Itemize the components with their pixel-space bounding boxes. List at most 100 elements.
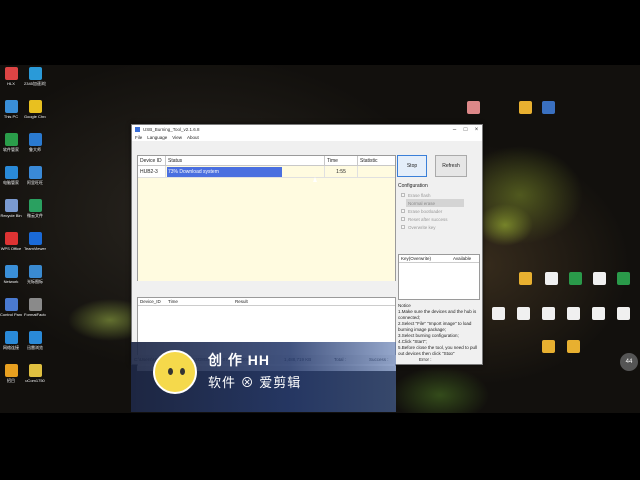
configuration-title: Configuration xyxy=(398,183,428,189)
notice-line: 1.Make sure the devices and the hub is c… xyxy=(398,309,477,320)
app-icon xyxy=(28,100,42,113)
desktop-icon[interactable] xyxy=(587,307,609,320)
desktop-icon[interactable]: 软件管家 xyxy=(0,133,22,152)
desktop-icon[interactable]: HLX xyxy=(0,67,22,86)
desktop-icon-label: 光标图标 xyxy=(27,279,43,284)
desktop-icon[interactable]: FormatFacto... xyxy=(24,298,46,317)
desktop-icon[interactable] xyxy=(514,101,536,114)
mascot-eye xyxy=(180,368,185,375)
desktop-icon[interactable] xyxy=(612,307,634,320)
erase-flash-checkbox[interactable]: Erase flash xyxy=(398,191,478,199)
menu-file[interactable]: File xyxy=(135,135,142,140)
reset-after-success-checkbox[interactable]: Reset after success xyxy=(398,215,478,223)
desktop-icon[interactable] xyxy=(462,101,484,114)
stop-button[interactable]: Stop xyxy=(397,155,427,177)
app-icon xyxy=(4,232,18,245)
device-grid[interactable]: Device ID Status Time Statistic HUB2-3 7… xyxy=(137,155,396,281)
grid-header: Device ID Status Time Statistic xyxy=(138,156,395,166)
notice-panel: Notice 1.Make sure the devices and the h… xyxy=(398,303,482,363)
desktop-icon[interactable]: 网络连接 xyxy=(0,331,22,350)
desktop-icon[interactable] xyxy=(487,307,509,320)
desktop-icon-label: 2345加速浏览器 xyxy=(24,81,46,86)
header-status[interactable]: Status xyxy=(166,156,325,165)
desktop-icon-label: TeamViewer xyxy=(24,246,46,251)
menu-language[interactable]: Language xyxy=(147,135,167,140)
desktop-icon[interactable] xyxy=(564,272,586,285)
refresh-button[interactable]: Refresh xyxy=(435,155,467,177)
desktop-icon[interactable]: 光标图标 xyxy=(24,265,46,284)
desktop-icon-label: Google Chrome xyxy=(24,114,46,119)
desktop-icon[interactable] xyxy=(537,101,559,114)
menu-bar: File Language View About xyxy=(132,134,482,141)
desktop-icon[interactable] xyxy=(540,272,562,285)
checkbox-icon xyxy=(401,217,405,221)
option-label: Erase bootloader xyxy=(408,208,443,214)
key-list[interactable]: Key(Overwrite) Available xyxy=(398,254,480,300)
letterbox-top xyxy=(0,0,640,65)
header-statistic[interactable]: Statistic xyxy=(358,156,395,165)
desktop-icon[interactable] xyxy=(514,272,536,285)
desktop-icon[interactable] xyxy=(537,307,559,320)
close-button[interactable]: × xyxy=(471,125,482,134)
desktop-icon[interactable]: Control Panel xyxy=(0,298,22,317)
desktop-icon[interactable] xyxy=(562,340,584,353)
desktop-icon-label: 网络连接 xyxy=(3,345,19,350)
window-title: USB_Burning_Tool_v2.1.6.8 xyxy=(143,127,200,132)
header-log-result: Result xyxy=(235,299,248,304)
desktop-icon-label: 迅雷浏览 xyxy=(27,345,43,350)
notice-line: 2.Select "File" "Import image" to load b… xyxy=(398,321,472,332)
maximize-button[interactable]: □ xyxy=(460,125,471,134)
app-icon xyxy=(28,298,42,311)
floating-badge[interactable]: 44 xyxy=(620,353,638,371)
app-icon xyxy=(4,67,18,80)
desktop-icon[interactable]: 鲁大师 xyxy=(24,133,46,152)
app-icon xyxy=(541,101,555,114)
checkbox-icon xyxy=(401,209,405,213)
desktop-icon[interactable]: 招目 xyxy=(0,364,22,383)
folder-icon xyxy=(566,340,580,353)
desktop-icon[interactable]: This PC xyxy=(0,100,22,119)
header-time[interactable]: Time xyxy=(325,156,358,165)
desktop-icon-label: This PC xyxy=(3,114,19,119)
app-icon xyxy=(4,331,18,344)
app-icon xyxy=(28,364,42,377)
desktop-icon[interactable]: WPS Office xyxy=(0,232,22,251)
cell-time: 1:55 xyxy=(325,166,358,177)
app-icon xyxy=(28,133,42,146)
file-icon xyxy=(566,307,580,320)
table-row[interactable]: HUB2-3 73% Download system 1:55 xyxy=(138,166,395,178)
desktop-icon[interactable] xyxy=(612,272,634,285)
app-icon xyxy=(28,166,42,179)
menu-about[interactable]: About xyxy=(187,135,199,140)
desktop-icon[interactable]: 2345加速浏览器 xyxy=(24,67,46,86)
erase-bootloader-checkbox[interactable]: Erase bootloader xyxy=(398,207,478,215)
option-label: Erase flash xyxy=(408,192,431,198)
desktop-icon[interactable]: Recycle Bin xyxy=(0,199,22,218)
desktop-icon[interactable] xyxy=(537,340,559,353)
desktop-icon-label: FormatFacto... xyxy=(24,312,46,317)
desktop-icon[interactable] xyxy=(562,307,584,320)
folder-icon xyxy=(518,101,532,114)
overwrite-key-checkbox[interactable]: Overwrite key xyxy=(398,223,478,231)
app-icon xyxy=(4,265,18,278)
desktop-icon[interactable]: 微云文件 xyxy=(24,199,46,218)
title-bar: USB_Burning_Tool_v2.1.6.8 – □ × xyxy=(132,125,482,134)
menu-view[interactable]: View xyxy=(172,135,182,140)
desktop-icon[interactable]: 电脑管家 xyxy=(0,166,22,185)
desktop-icon[interactable]: uCom1750 xyxy=(24,364,46,383)
desktop-icon[interactable]: Google Chrome xyxy=(24,100,46,119)
minimize-button[interactable]: – xyxy=(449,125,460,134)
desktop-icon[interactable] xyxy=(512,307,534,320)
app-icon xyxy=(4,100,18,113)
desktop-icon[interactable]: TeamViewer xyxy=(24,232,46,251)
app-icon xyxy=(28,331,42,344)
desktop-icon[interactable] xyxy=(588,272,610,285)
desktop-icon-label: HLX xyxy=(7,81,15,86)
header-device-id[interactable]: Device ID xyxy=(138,156,166,165)
desktop-icon[interactable]: 迅雷浏览 xyxy=(24,331,46,350)
desktop-icon[interactable]: Network xyxy=(0,265,22,284)
cell-statistic xyxy=(358,166,395,177)
desktop-icon[interactable]: 阿里旺旺 xyxy=(24,166,46,185)
file-icon xyxy=(592,272,606,285)
erase-mode-select[interactable]: Normal erase xyxy=(406,199,464,207)
